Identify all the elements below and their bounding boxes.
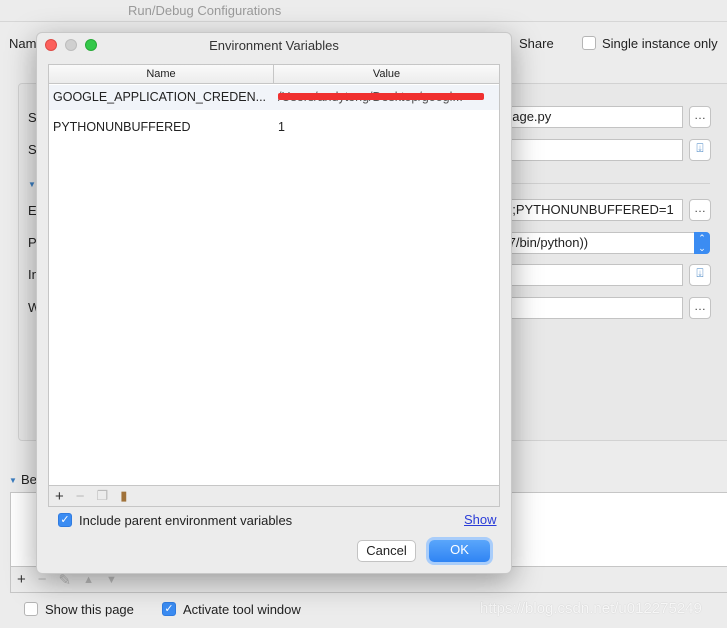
dialog-title: Environment Variables [209, 38, 339, 53]
table-row[interactable]: GOOGLE_APPLICATION_CREDEN... /Users/andy… [49, 85, 499, 110]
window-title: Run/Debug Configurations [128, 3, 282, 18]
show-link[interactable]: Show [464, 512, 497, 528]
script-path-field[interactable]: nage.py [500, 106, 683, 128]
table-row[interactable]: PYTHONUNBUFFERED 1 [49, 115, 499, 140]
table-toolbar: + − ❐ ▮ [48, 486, 500, 507]
env-table[interactable]: Name Value GOOGLE_APPLICATION_CREDEN... … [48, 64, 500, 486]
working-directory-field[interactable] [500, 297, 683, 319]
move-up-icon[interactable]: ▲ [83, 574, 94, 586]
separator [512, 183, 710, 184]
plus-icon[interactable]: + [55, 488, 64, 505]
activate-tool-window-label: Activate tool window [183, 602, 301, 617]
cell-value: /Users/andyteng/Desktop/googl... [274, 85, 499, 110]
edit-env-button[interactable]: … [689, 199, 711, 221]
cell-name: PYTHONUNBUFFERED [53, 120, 191, 134]
show-this-page-label: Show this page [45, 602, 134, 617]
copy-icon[interactable]: ❐ [97, 488, 109, 504]
environment-variables-field[interactable]: n;PYTHONUNBUFFERED=1 [500, 199, 683, 221]
share-label[interactable]: Share [519, 36, 554, 52]
environment-variables-dialog: Environment Variables Name Value GOOGLE_… [36, 32, 512, 574]
expand-field-icon[interactable]: ⍗ [689, 139, 711, 161]
interpreter-options-field[interactable] [500, 264, 683, 286]
expand-field-icon[interactable]: ⍗ [689, 264, 711, 286]
name-label: Nam [9, 36, 37, 51]
cancel-button[interactable]: Cancel [357, 540, 416, 562]
show-this-page-checkbox[interactable] [24, 602, 38, 616]
activate-tool-window-checkbox[interactable]: ✓ [162, 602, 176, 616]
parameters-field[interactable] [500, 139, 683, 161]
before-launch-label: Be [21, 472, 37, 487]
browse-button[interactable]: … [689, 106, 711, 128]
cell-value: 1 [278, 120, 285, 134]
ok-button[interactable]: OK [429, 540, 490, 562]
expand-triangle-icon[interactable]: ▼ [28, 180, 36, 189]
minimize-icon[interactable] [65, 39, 77, 51]
plus-icon[interactable]: + [17, 571, 26, 588]
include-parent-label: Include parent environment variables [79, 513, 293, 528]
include-parent-checkbox[interactable]: ✓ [58, 513, 72, 527]
column-header-name[interactable]: Name [49, 65, 274, 83]
cell-name: GOOGLE_APPLICATION_CREDEN... [53, 90, 267, 104]
single-instance-checkbox[interactable] [582, 36, 596, 50]
close-icon[interactable] [45, 39, 57, 51]
interpreter-select[interactable]: .7/bin/python)) [500, 232, 710, 254]
move-down-icon[interactable]: ▼ [106, 574, 117, 586]
maximize-icon[interactable] [85, 39, 97, 51]
select-arrows-icon[interactable]: ⌃ ⌄ [694, 232, 710, 254]
watermark: https://blog.csdn.net/u012275249 [480, 600, 702, 617]
column-header-value[interactable]: Value [274, 65, 499, 83]
single-instance-label: Single instance only [602, 36, 718, 51]
browse-button[interactable]: … [689, 297, 711, 319]
paste-icon[interactable]: ▮ [120, 488, 127, 504]
redaction-mark [278, 93, 484, 100]
table-header: Name Value [49, 65, 499, 84]
minus-icon[interactable]: − [76, 488, 85, 505]
window-titlebar: Run/Debug Configurations [0, 0, 727, 22]
expand-triangle-icon[interactable]: ▼ [9, 476, 17, 485]
